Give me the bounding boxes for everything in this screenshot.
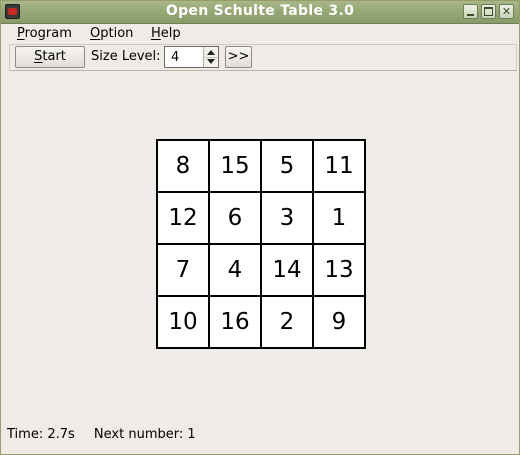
spin-down-icon[interactable]	[207, 59, 215, 64]
next-button[interactable]: >>	[225, 46, 252, 68]
menu-bar: Program Option Help	[1, 24, 519, 44]
grid-cell[interactable]: 16	[209, 296, 261, 348]
grid-cell[interactable]: 1	[313, 192, 365, 244]
spin-up-icon[interactable]	[207, 50, 215, 55]
timer-status: Time: 2.7s	[7, 427, 75, 442]
app-window: Open Schulte Table 3.0 ✕ Program Option …	[0, 0, 520, 455]
grid-cell[interactable]: 6	[209, 192, 261, 244]
size-level-value[interactable]: 4	[171, 50, 179, 65]
grid-cell[interactable]: 7	[157, 244, 209, 296]
start-button[interactable]: Start	[15, 46, 85, 68]
size-level-spinner[interactable]: 4	[164, 46, 219, 68]
menu-option-mnemonic: O	[90, 26, 101, 41]
menu-option-label: ption	[100, 26, 134, 41]
close-icon[interactable]: ✕	[499, 4, 514, 19]
grid-cell[interactable]: 10	[157, 296, 209, 348]
title-bar[interactable]: Open Schulte Table 3.0 ✕	[1, 1, 519, 24]
menu-help-mnemonic: H	[151, 26, 161, 41]
grid-cell[interactable]: 9	[313, 296, 365, 348]
toolbar	[9, 44, 517, 71]
menu-program-label: rogram	[24, 26, 72, 41]
size-level-label: Size Level:	[91, 49, 161, 64]
grid-cell[interactable]: 12	[157, 192, 209, 244]
window-title: Open Schulte Table 3.0	[165, 3, 355, 19]
menu-help-label: elp	[160, 26, 181, 41]
grid-cell[interactable]: 15	[209, 140, 261, 192]
status-bar: Time: 2.7s Next number: 1	[7, 427, 196, 442]
next-number-status: Next number: 1	[93, 427, 196, 442]
schulte-grid: 8 15 5 11 12 6 3 1 7 4 14 13 10 16 2 9	[156, 139, 366, 349]
grid-cell[interactable]: 2	[261, 296, 313, 348]
grid-cell[interactable]: 5	[261, 140, 313, 192]
grid-cell[interactable]: 4	[209, 244, 261, 296]
grid-cell[interactable]: 8	[157, 140, 209, 192]
minimize-icon[interactable]	[463, 4, 478, 19]
menu-option[interactable]: Option	[90, 26, 133, 41]
grid-cell[interactable]: 13	[313, 244, 365, 296]
menu-program-mnemonic: P	[17, 26, 25, 41]
start-button-label: tart	[42, 49, 66, 64]
spinner-buttons	[203, 47, 218, 67]
spinner-divider	[204, 57, 218, 58]
menu-program[interactable]: Program	[17, 26, 72, 41]
menu-help[interactable]: Help	[151, 26, 181, 41]
maximize-icon[interactable]	[481, 4, 496, 19]
grid-cell[interactable]: 14	[261, 244, 313, 296]
grid-cell[interactable]: 3	[261, 192, 313, 244]
grid-cell[interactable]: 11	[313, 140, 365, 192]
